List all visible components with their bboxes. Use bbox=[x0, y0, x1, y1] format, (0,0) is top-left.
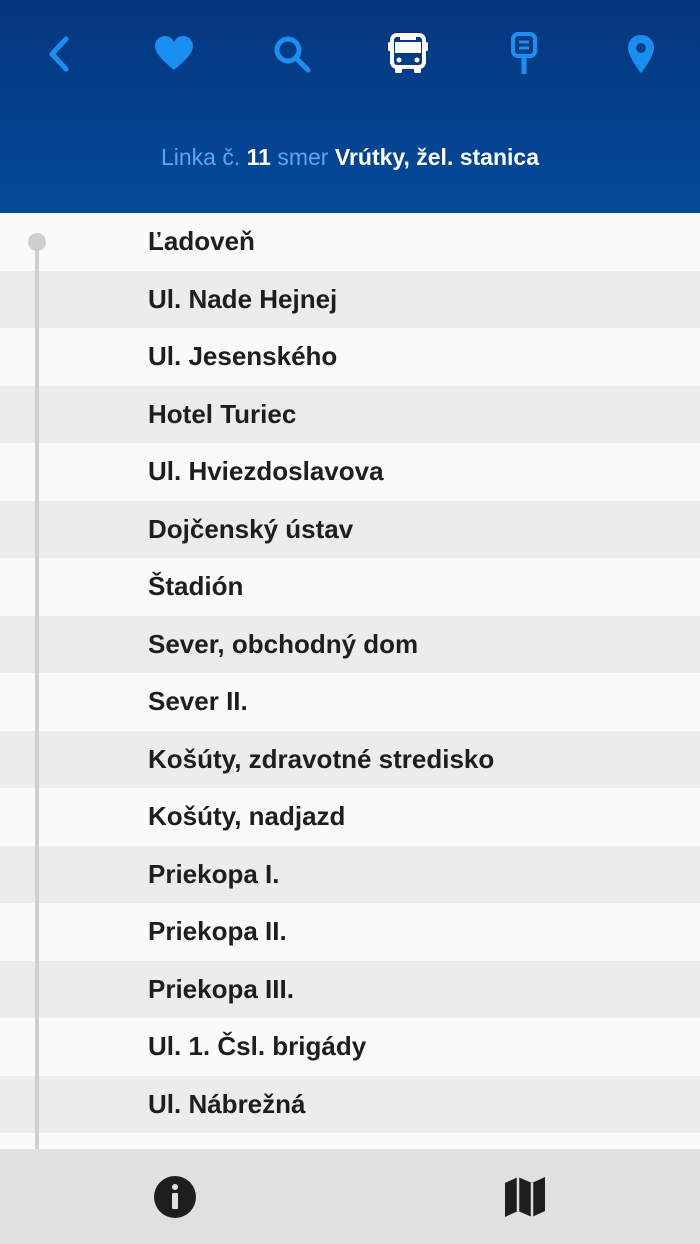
list-item[interactable]: Ul. Nade Hejnej bbox=[0, 270, 700, 328]
search-icon bbox=[274, 36, 311, 73]
stop-list: Ľadoveň Ul. Nade Hejnej Ul. Jesenského H… bbox=[0, 213, 700, 1149]
stop-name: Ľadoveň bbox=[148, 226, 255, 257]
route-timeline-line bbox=[35, 241, 39, 1149]
map-button[interactable] bbox=[501, 1173, 549, 1221]
location-button[interactable] bbox=[615, 28, 667, 80]
list-item[interactable]: Priekopa III. bbox=[0, 960, 700, 1018]
list-item[interactable]: Košúty, nadjazd bbox=[0, 788, 700, 846]
back-button[interactable] bbox=[33, 28, 85, 80]
stop-name: Štadión bbox=[148, 571, 244, 602]
line-prefix: Linka č. bbox=[160, 144, 241, 170]
header-bar: Linka č. 11 smer Vrútky, žel. stanica bbox=[0, 0, 700, 213]
list-item[interactable]: Priekopa II. bbox=[0, 903, 700, 961]
list-item[interactable]: Ľadoveň bbox=[0, 213, 700, 271]
stop-name: Košúty, zdravotné stredisko bbox=[148, 743, 495, 774]
favorites-heart-icon bbox=[155, 36, 193, 70]
stop-name: Ul. Hviezdoslavova bbox=[148, 456, 384, 487]
list-item[interactable]: Ul. Nábrežná bbox=[0, 1075, 700, 1133]
list-item[interactable]: Priekopa I. bbox=[0, 845, 700, 903]
back-icon bbox=[49, 36, 69, 72]
stop-name: Košúty, nadjazd bbox=[148, 801, 346, 832]
stop-name: Sever II. bbox=[148, 686, 248, 717]
bus-stops-button[interactable] bbox=[498, 28, 550, 80]
top-nav bbox=[0, 28, 700, 80]
info-icon bbox=[154, 1176, 196, 1218]
location-pin-icon bbox=[628, 35, 654, 73]
list-item[interactable]: Dojčenský ústav bbox=[0, 500, 700, 558]
list-item[interactable]: Ul. Jesenského bbox=[0, 328, 700, 386]
bus-stop-icon bbox=[511, 32, 537, 74]
bus-lines-button[interactable] bbox=[382, 28, 434, 80]
destination-name: Vrútky, žel. stanica bbox=[334, 144, 539, 170]
stop-name: Ul. 1. Čsl. brigády bbox=[148, 1031, 367, 1062]
list-item[interactable]: Košúty, zdravotné stredisko bbox=[0, 730, 700, 788]
stop-name: Ul. Jesenského bbox=[148, 341, 338, 372]
stop-name: Priekopa II. bbox=[148, 916, 287, 947]
line-direction-title: Linka č. 11 smer Vrútky, žel. stanica bbox=[0, 144, 700, 171]
list-item[interactable]: Štadión bbox=[0, 558, 700, 616]
route-start-dot bbox=[28, 233, 46, 251]
stop-name: Priekopa I. bbox=[148, 858, 280, 889]
stop-name: Sever, obchodný dom bbox=[148, 628, 419, 659]
search-button[interactable] bbox=[266, 28, 318, 80]
direction-prefix: smer bbox=[277, 144, 329, 170]
stop-name: Priekopa III. bbox=[148, 973, 294, 1004]
stop-name: Ul. Nade Hejnej bbox=[148, 283, 338, 314]
list-item[interactable]: Sever, obchodný dom bbox=[0, 615, 700, 673]
bus-icon bbox=[388, 33, 428, 73]
list-item[interactable]: Ul. Hviezdoslavova bbox=[0, 443, 700, 501]
info-button[interactable] bbox=[151, 1173, 199, 1221]
stop-name: Ul. Nábrežná bbox=[148, 1088, 306, 1119]
list-item[interactable] bbox=[0, 1133, 700, 1149]
list-item[interactable]: Sever II. bbox=[0, 673, 700, 731]
bottom-toolbar bbox=[0, 1149, 700, 1244]
list-item[interactable]: Hotel Turiec bbox=[0, 385, 700, 443]
stop-name: Hotel Turiec bbox=[148, 398, 297, 429]
line-number: 11 bbox=[246, 144, 271, 170]
map-icon bbox=[505, 1177, 545, 1217]
stop-name: Dojčenský ústav bbox=[148, 513, 354, 544]
list-item[interactable]: Ul. 1. Čsl. brigády bbox=[0, 1018, 700, 1076]
favorites-button[interactable] bbox=[148, 28, 200, 80]
